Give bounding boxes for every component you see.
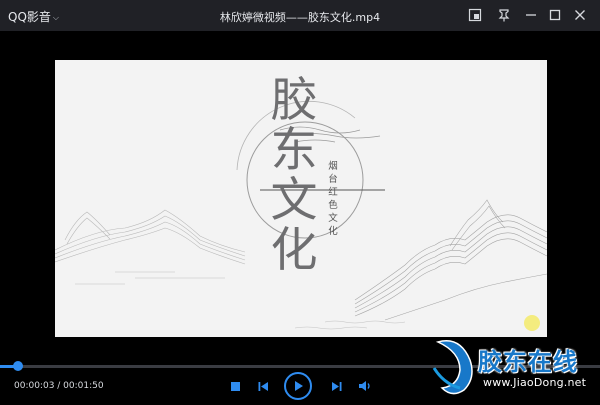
stop-button[interactable] xyxy=(229,380,241,392)
stop-icon xyxy=(230,381,240,391)
minimize-icon xyxy=(526,14,536,16)
pip-button[interactable] xyxy=(466,6,484,24)
app-name: QQ影音 xyxy=(8,10,51,24)
previous-icon xyxy=(258,381,268,391)
watermark-url: www.JiaoDong.net xyxy=(483,376,587,389)
previous-button[interactable] xyxy=(256,379,270,393)
close-icon xyxy=(575,10,585,20)
app-menu-button[interactable]: QQ影音 ⌵ xyxy=(8,8,59,25)
pin-icon xyxy=(498,9,510,22)
seek-handle[interactable] xyxy=(13,361,23,371)
video-frame[interactable]: 胶东文化 烟台红色文化 xyxy=(55,60,547,337)
title-bar: QQ影音 ⌵ 林欣婷微视频——胶东文化.mp4 xyxy=(0,0,600,31)
minimize-button[interactable] xyxy=(522,6,540,24)
maximize-icon xyxy=(549,9,561,21)
chevron-down-icon: ⌵ xyxy=(52,13,59,22)
volume-icon xyxy=(359,381,370,391)
close-button[interactable] xyxy=(571,6,589,24)
watermark-text: 胶东在线 xyxy=(478,348,578,376)
watermark-logo-icon xyxy=(432,340,473,395)
next-button[interactable] xyxy=(329,379,343,393)
video-subtitle: 烟台红色文化 xyxy=(328,161,338,237)
pip-icon xyxy=(468,8,482,22)
pin-button[interactable] xyxy=(495,6,513,24)
volume-button[interactable] xyxy=(357,379,373,393)
maximize-button[interactable] xyxy=(546,6,564,24)
video-title: 胶东文化 xyxy=(270,73,318,278)
watermark: 胶东在线 www.JiaoDong.net xyxy=(428,336,598,402)
next-icon xyxy=(331,381,341,391)
time-display: 00:00:03 / 00:01:50 xyxy=(14,381,104,391)
play-button[interactable] xyxy=(284,372,312,400)
play-icon xyxy=(294,381,303,391)
